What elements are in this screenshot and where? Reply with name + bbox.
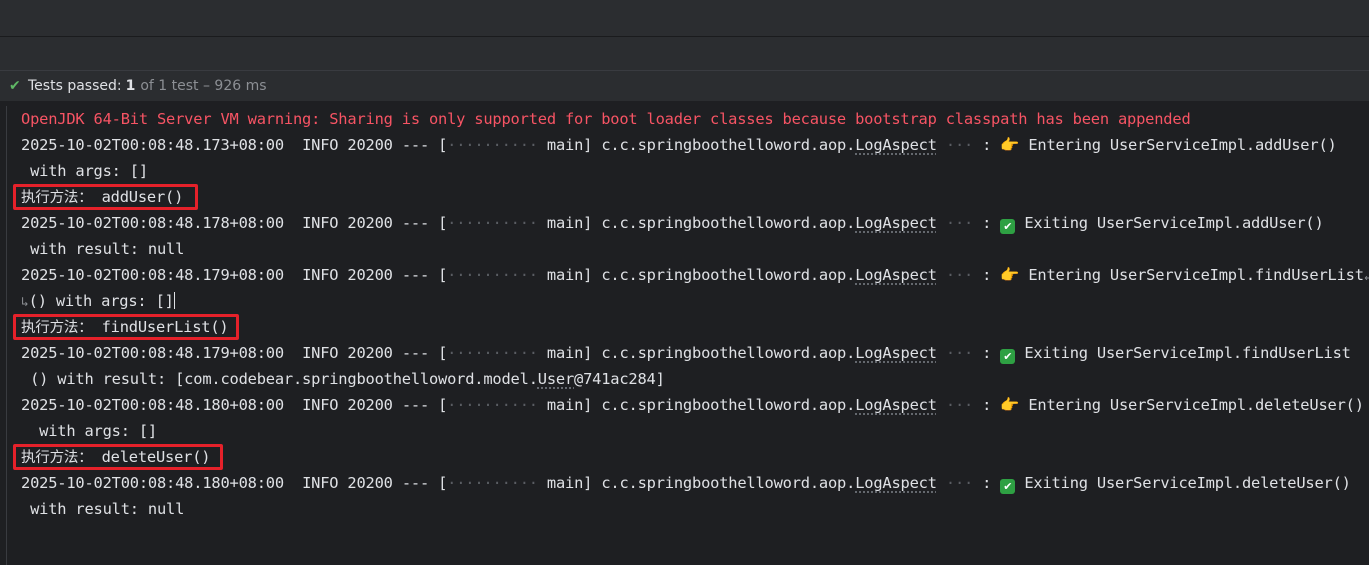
- title-bar: [0, 0, 1369, 37]
- check-mark-icon: ✔: [1000, 349, 1016, 364]
- test-status-bar: ✔ Tests passed: 1 of 1 test – 926 ms: [0, 71, 1369, 101]
- text-caret: [173, 292, 175, 309]
- log-line-cont: with args: []: [21, 162, 148, 180]
- log-line-cont: () with result: [com.codebear.springboot…: [21, 370, 665, 388]
- soft-wrap-continue-icon: ↳: [21, 295, 29, 310]
- log-line: 2025-10-02T00:08:48.173+08:00 INFO 20200…: [21, 132, 1337, 158]
- log-line: 2025-10-02T00:08:48.180+08:00 INFO 20200…: [21, 392, 1364, 418]
- highlight-box: [13, 184, 198, 210]
- tests-summary: of 1 test – 926 ms: [140, 78, 267, 94]
- tests-passed-count: 1: [125, 78, 136, 94]
- highlight-box: [13, 444, 223, 470]
- log-line: 2025-10-02T00:08:48.179+08:00 INFO 20200…: [21, 344, 1351, 364]
- pointing-hand-icon: 👉: [1000, 396, 1020, 414]
- check-mark-icon: ✔: [1000, 479, 1016, 494]
- log-line: 2025-10-02T00:08:48.179+08:00 INFO 20200…: [21, 262, 1369, 288]
- check-icon: ✔: [9, 78, 21, 94]
- log-line-cont: ↳() with args: []: [21, 292, 175, 310]
- pointing-hand-icon: 👉: [1000, 136, 1020, 154]
- tests-passed-label: Tests passed:: [28, 78, 122, 94]
- soft-wrap-icon: ↲: [1363, 269, 1369, 284]
- console-output[interactable]: OpenJDK 64-Bit Server VM warning: Sharin…: [6, 106, 1369, 565]
- log-line: 2025-10-02T00:08:48.180+08:00 INFO 20200…: [21, 474, 1351, 494]
- jvm-warning-line: OpenJDK 64-Bit Server VM warning: Sharin…: [21, 110, 1191, 128]
- highlight-box: [13, 314, 239, 340]
- log-line: 2025-10-02T00:08:48.178+08:00 INFO 20200…: [21, 214, 1324, 234]
- log-line-cont: with args: []: [21, 422, 157, 440]
- pointing-hand-icon: 👉: [1000, 266, 1020, 284]
- log-line-cont: with result: null: [21, 500, 185, 518]
- log-line-cont: with result: null: [21, 240, 185, 258]
- check-mark-icon: ✔: [1000, 219, 1016, 234]
- run-toolbar: [0, 37, 1369, 71]
